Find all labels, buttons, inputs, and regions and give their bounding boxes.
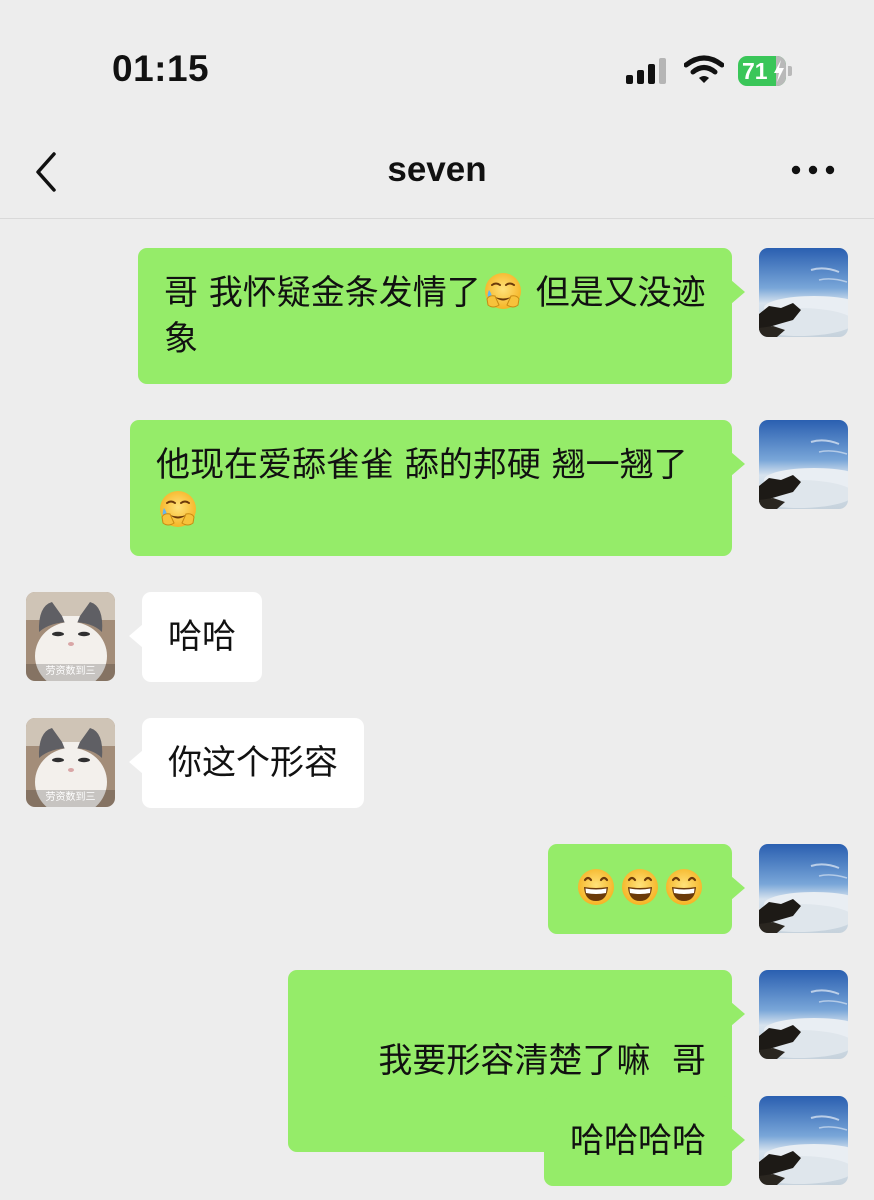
avatar-caption: 劳资数到三	[46, 664, 96, 677]
message-bubble[interactable]: 哥 我怀疑金条发情了 但是又没迹象	[138, 248, 745, 384]
message-bubble[interactable]	[548, 844, 745, 934]
my-avatar[interactable]	[759, 248, 848, 337]
message-text: 哈哈	[168, 617, 236, 657]
charging-bolt-icon	[774, 60, 784, 82]
chat-title[interactable]: seven	[0, 150, 874, 190]
message-row: 劳资数到三 哈哈	[0, 592, 874, 682]
grinning-face-icon	[576, 867, 616, 907]
message-text: 他现在爱舔雀雀 舔的邦硬 翘一翘了	[156, 445, 688, 485]
grinning-face-icon	[664, 867, 704, 907]
my-avatar[interactable]	[759, 970, 848, 1059]
face-holding-back-tears-icon	[483, 272, 522, 310]
message-row: 他现在爱舔雀雀 舔的邦硬 翘一翘了	[0, 420, 874, 556]
message-row: 哈哈哈哈	[0, 1096, 874, 1186]
message-list[interactable]: 哥 我怀疑金条发情了 但是又没迹象 他现在爱舔雀雀 舔的邦硬 翘一翘了 劳资数到…	[0, 219, 874, 1200]
chat-header: seven	[0, 130, 874, 219]
status-bar: 01:15 71	[0, 0, 874, 130]
my-avatar[interactable]	[759, 844, 848, 933]
face-holding-back-tears-icon	[159, 490, 197, 528]
message-row: 我要形容清楚了嘛 哥	[0, 970, 874, 1152]
cellular-signal-icon	[626, 58, 666, 84]
battery-indicator: 71	[738, 56, 792, 86]
status-time: 01:15	[112, 48, 210, 89]
message-row: 劳资数到三 你这个形容	[0, 718, 874, 808]
message-bubble[interactable]: 他现在爱舔雀雀 舔的邦硬 翘一翘了	[130, 420, 745, 556]
message-text: 你这个形容	[168, 743, 338, 783]
message-text: 哥 我怀疑金条发情了	[164, 273, 481, 313]
contact-avatar[interactable]: 劳资数到三	[26, 592, 115, 681]
avatar-caption: 劳资数到三	[46, 790, 96, 803]
contact-avatar[interactable]: 劳资数到三	[26, 718, 115, 807]
message-bubble[interactable]: 哈哈	[129, 592, 262, 682]
message-row	[0, 844, 874, 934]
message-text: 哈哈哈哈	[570, 1121, 706, 1161]
message-bubble[interactable]: 你这个形容	[129, 718, 364, 808]
battery-level: 71	[742, 58, 768, 84]
message-row: 哥 我怀疑金条发情了 但是又没迹象	[0, 248, 874, 384]
message-bubble[interactable]: 哈哈哈哈	[544, 1096, 745, 1186]
my-avatar[interactable]	[759, 1096, 848, 1185]
grinning-face-icon	[620, 867, 660, 907]
more-options-button[interactable]	[786, 158, 840, 182]
my-avatar[interactable]	[759, 420, 848, 509]
message-text: 我要形容清楚了嘛 哥	[378, 1041, 706, 1081]
wifi-icon	[684, 55, 724, 83]
